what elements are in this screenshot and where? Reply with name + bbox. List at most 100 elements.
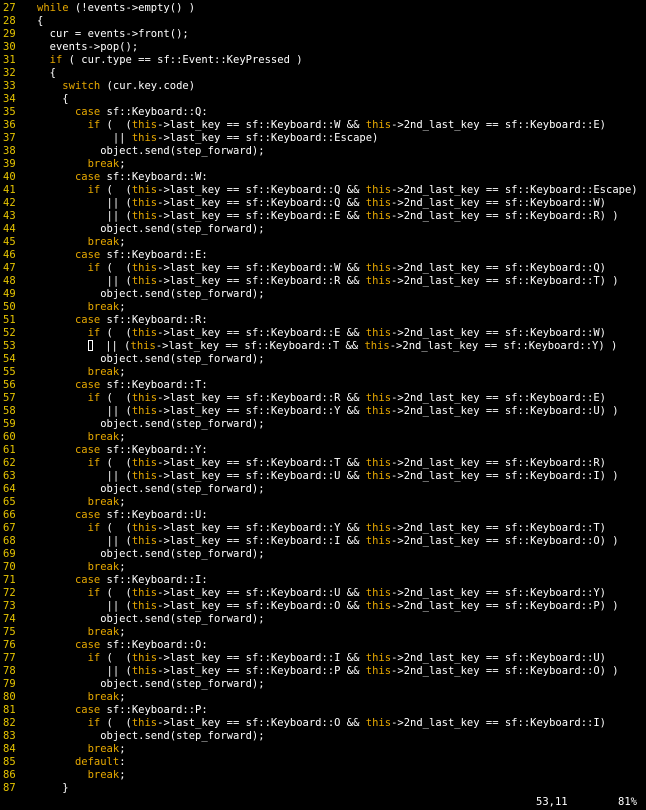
line-number: 77 [3, 652, 16, 664]
line-text: switch (cur.key.code) [62, 80, 196, 92]
line-number: 31 [3, 54, 16, 66]
line-number: 48 [3, 275, 16, 287]
line-number: 72 [3, 587, 16, 599]
line-number: 69 [3, 548, 16, 560]
line-text: case sf::Keyboard::I: [74, 574, 208, 586]
line-number: 36 [3, 119, 16, 131]
line-text: break; [87, 743, 126, 755]
line-text: break; [87, 301, 126, 313]
line-number: 86 [3, 769, 16, 781]
line-number: 43 [3, 210, 16, 222]
line-text: || (this->last_key == sf::Keyboard::Q &&… [37, 197, 606, 209]
line-number: 29 [3, 28, 16, 40]
line-number: 53 [3, 340, 16, 352]
line-number: 40 [3, 171, 16, 183]
line-number: 56 [3, 379, 16, 391]
line-number: 50 [3, 301, 16, 313]
line-text: events->pop(); [37, 41, 139, 53]
line-text: object.send(step_forward); [37, 288, 265, 300]
line-number: 28 [3, 15, 16, 27]
line-number: 78 [3, 665, 16, 677]
line-text: break; [87, 691, 126, 703]
line-number: 61 [3, 444, 16, 456]
line-number: 65 [3, 496, 16, 508]
line-text: default: [74, 756, 126, 768]
line-number: 38 [3, 145, 16, 157]
line-number: 30 [3, 41, 16, 53]
line-number: 35 [3, 106, 16, 118]
line-number: 27 [3, 2, 16, 14]
line-text: object.send(step_forward); [37, 548, 265, 560]
line-text: if ( (this->last_key == sf::Keyboard::I … [87, 652, 606, 664]
line-number: 75 [3, 626, 16, 638]
text-cursor [87, 340, 93, 351]
line-number: 39 [3, 158, 16, 170]
line-number: 63 [3, 470, 16, 482]
line-text: case sf::Keyboard::E: [74, 249, 208, 261]
code-editor[interactable]: 27 while (!events->empty() ) 28 {29 cur = e… [0, 0, 646, 795]
line-number: 67 [3, 522, 16, 534]
line-number: 60 [3, 431, 16, 443]
line-text: cur = events->front(); [37, 28, 189, 40]
line-number: 54 [3, 353, 16, 365]
line-number: 81 [3, 704, 16, 716]
line-text: break; [87, 236, 126, 248]
line-text: if ( (this->last_key == sf::Keyboard::W … [87, 119, 606, 131]
line-text: || (this->last_key == sf::Keyboard::P &&… [37, 665, 619, 677]
line-number: 33 [3, 80, 16, 92]
line-text: case sf::Keyboard::P: [74, 704, 208, 716]
line-text: break; [87, 561, 126, 573]
line-text: object.send(step_forward); [37, 678, 265, 690]
line-number: 68 [3, 535, 16, 547]
line-number: 49 [3, 288, 16, 300]
line-number: 80 [3, 691, 16, 703]
line-number: 82 [3, 717, 16, 729]
line-number: 51 [3, 314, 16, 326]
line-number: 46 [3, 249, 16, 261]
line-number: 85 [3, 756, 16, 768]
line-number: 32 [3, 67, 16, 79]
line-text: { [37, 15, 44, 27]
line-text: if ( (this->last_key == sf::Keyboard::Q … [87, 184, 638, 196]
line-number: 34 [3, 93, 16, 105]
line-text: { [37, 93, 69, 105]
line-number: 37 [3, 132, 16, 144]
line-number: 57 [3, 392, 16, 404]
line-text: if ( (this->last_key == sf::Keyboard::W … [87, 262, 606, 274]
line-text: case sf::Keyboard::R: [74, 314, 208, 326]
line-number: 83 [3, 730, 16, 742]
line-text: || (this->last_key == sf::Keyboard::T &&… [37, 340, 617, 353]
line-text: || (this->last_key == sf::Keyboard::E &&… [37, 210, 619, 222]
line-text: object.send(step_forward); [37, 223, 265, 235]
line-text: || this->last_key == sf::Keyboard::Escap… [37, 132, 379, 144]
line-text: case sf::Keyboard::U: [74, 509, 208, 521]
line-text: break; [87, 158, 126, 170]
line-number: 59 [3, 418, 16, 430]
line-text: object.send(step_forward); [37, 145, 265, 157]
line-text: while (!events->empty() ) [37, 2, 196, 14]
line-text: || (this->last_key == sf::Keyboard::Y &&… [37, 405, 619, 417]
line-text: object.send(step_forward); [37, 483, 265, 495]
line-text: case sf::Keyboard::Q: [74, 106, 208, 118]
line-text: || (this->last_key == sf::Keyboard::O &&… [37, 600, 619, 612]
line-number: 64 [3, 483, 16, 495]
line-text: { [37, 67, 56, 79]
line-text: } [37, 782, 69, 794]
line-number: 70 [3, 561, 16, 573]
line-text: || (this->last_key == sf::Keyboard::I &&… [37, 535, 619, 547]
line-number: 41 [3, 184, 16, 196]
line-text: case sf::Keyboard::O: [74, 639, 208, 651]
cursor-position: 53,11 [536, 796, 568, 808]
line-text: || (this->last_key == sf::Keyboard::R &&… [37, 275, 619, 287]
line-text: case sf::Keyboard::T: [74, 379, 208, 391]
line-text: if ( (this->last_key == sf::Keyboard::T … [87, 457, 606, 469]
line-number: 87 [3, 782, 16, 794]
line-text: case sf::Keyboard::Y: [74, 444, 208, 456]
line-text: || (this->last_key == sf::Keyboard::U &&… [37, 470, 619, 482]
line-number: 45 [3, 236, 16, 248]
line-text: case sf::Keyboard::W: [74, 171, 208, 183]
line-text: break; [87, 431, 126, 443]
line-text: if ( (this->last_key == sf::Keyboard::Y … [87, 522, 606, 534]
status-line: 53,11 81% [0, 795, 646, 810]
line-text: object.send(step_forward); [37, 353, 265, 365]
